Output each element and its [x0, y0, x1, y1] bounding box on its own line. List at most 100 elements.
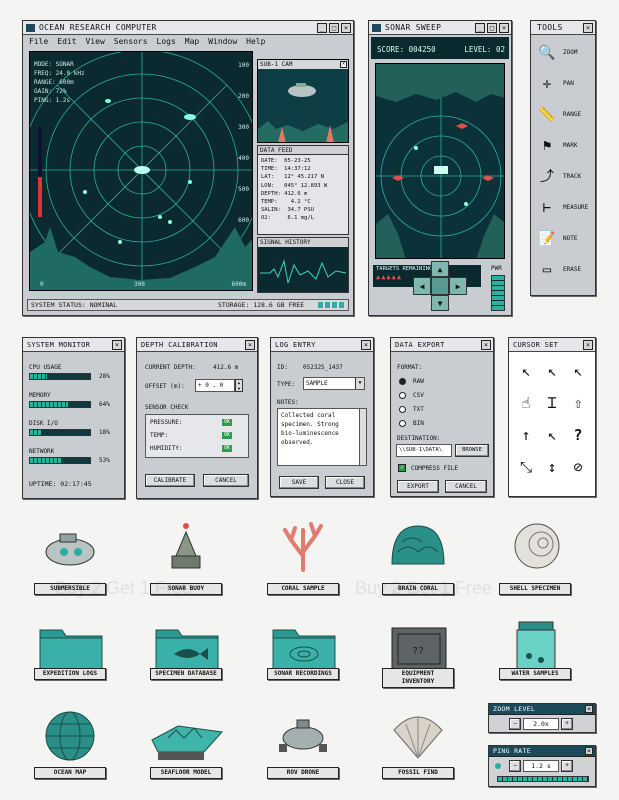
desktop-icon-expedition-logs[interactable]: EXPEDITION LOGS [32, 612, 112, 690]
sonar-display[interactable]: MODE: SONAR FREQ: 24.0 kHz RANGE: 600m GAIN… [29, 51, 253, 291]
vertical-resize-cursor-icon[interactable]: ↕ [539, 454, 565, 480]
menu-item-help[interactable]: Help [246, 36, 265, 48]
type-select[interactable]: SAMPLE ▼ [303, 377, 365, 390]
app-icon [26, 24, 35, 32]
desktop-icon-seafloor-model[interactable]: SEAFLOOR MODEL [148, 700, 228, 789]
menu-item-file[interactable]: File [29, 36, 48, 48]
maximize-button[interactable]: □ [329, 23, 339, 33]
log-close-button[interactable]: × [361, 340, 371, 350]
log-close-btn[interactable]: CLOSE [325, 476, 365, 489]
depth-cancel-button[interactable]: CANCEL [203, 474, 249, 487]
format-radio-raw[interactable] [399, 378, 406, 385]
dpad-right-button[interactable]: ▶ [449, 277, 467, 295]
ping-increase-button[interactable]: + [561, 760, 573, 772]
menu-item-sensors[interactable]: Sensors [114, 36, 148, 48]
sweep-close-button[interactable]: × [499, 23, 509, 33]
storage-text: STORAGE: 128.6 GB FREE [218, 301, 305, 309]
desktop-icon-equipment-inventory[interactable]: ?? EQUIPMENT INVENTORY [380, 612, 460, 690]
export-cancel-button[interactable]: CANCEL [445, 480, 487, 493]
pointer-cursor-icon[interactable]: ↖ [539, 422, 565, 448]
tool-range[interactable]: 📏 RANGE [535, 101, 593, 132]
compress-checkbox[interactable]: ✓ [398, 464, 406, 472]
tool-pan[interactable]: ✛ PAN [535, 70, 593, 101]
format-radio-txt[interactable] [399, 406, 406, 413]
desktop-icon-specimen-database[interactable]: SPECIMEN DATABASE [148, 612, 228, 690]
notes-scrollbar[interactable] [359, 409, 366, 465]
tool-track[interactable]: ⤴ TRACK [535, 163, 593, 194]
diagonal-resize-cursor-icon[interactable]: ⤡ [513, 454, 539, 480]
tool-list: 🔍 ZOOM ✛ PAN 📏 RANGE ⚑ MARK ⤴ TRACK ⊢ MEASURE 📝 NOTE ▭… [535, 39, 593, 287]
sweep-app-icon [372, 24, 381, 32]
depth-close-button[interactable]: × [245, 340, 255, 350]
menu-item-logs[interactable]: Logs [157, 36, 176, 48]
offset-field[interactable]: + 0 . 0 [195, 379, 235, 392]
dpad-up-button[interactable]: ▲ [431, 261, 449, 277]
tools-close-button[interactable]: × [583, 23, 593, 33]
desktop-icon-shell-specimen[interactable]: SHELL SPECIMEN [497, 512, 577, 605]
ping-slider[interactable] [497, 776, 589, 782]
dpad-down-button[interactable]: ▼ [431, 295, 449, 311]
desktop-icon-rov-drone[interactable]: ROV DRONE [265, 700, 345, 789]
text-cursor-icon[interactable]: Ɪ [539, 390, 565, 416]
desktop-icon-fossil-find[interactable]: FOSSIL FIND [380, 700, 460, 789]
ping-close-button[interactable]: × [585, 747, 593, 755]
calibrate-button[interactable]: CALIBRATE [145, 474, 195, 487]
feed-line: O2: 6.1 mg/L [261, 215, 314, 222]
format-radio-bin[interactable] [399, 420, 406, 427]
menu-item-map[interactable]: Map [185, 36, 199, 48]
tool-mark[interactable]: ⚑ MARK [535, 132, 593, 163]
camera-close-icon[interactable]: × [340, 61, 347, 68]
range-labels: 100 200 300 400 500 600 [231, 52, 249, 252]
sensor-label: HUMIDITY: [150, 445, 183, 452]
metric-value: 18% [99, 429, 110, 436]
format-radio-csv[interactable] [399, 392, 406, 399]
offset-stepper[interactable]: ▲ ▼ [235, 379, 243, 392]
ping-value-field[interactable]: 1.2 s [523, 760, 559, 772]
help-cursor-icon[interactable]: ? [565, 422, 591, 448]
tool-measure[interactable]: ⊢ MEASURE [535, 194, 593, 225]
dpad-left-button[interactable]: ◀ [413, 277, 431, 295]
tool-zoom[interactable]: 🔍 ZOOM [535, 39, 593, 70]
ping-decrease-button[interactable]: − [509, 760, 521, 772]
notes-textarea[interactable]: Collected coral specimen. Strong bio-lum… [277, 408, 367, 466]
export-close-button[interactable]: × [481, 340, 491, 350]
dpad-center-button[interactable] [431, 277, 449, 295]
menu-item-view[interactable]: View [86, 36, 105, 48]
svg-text:??: ?? [412, 646, 424, 657]
destination-field[interactable]: \\SUB-1\DATA\ [396, 444, 452, 457]
close-button[interactable]: × [341, 23, 351, 33]
not-allowed-cursor-icon[interactable]: ⊘ [565, 454, 591, 480]
zoom-decrease-button[interactable]: − [509, 718, 521, 730]
sweep-minimize-button[interactable]: _ [475, 23, 485, 33]
export-button[interactable]: EXPORT [397, 480, 439, 493]
save-button[interactable]: SAVE [279, 476, 319, 489]
sweep-maximize-button[interactable]: □ [487, 23, 497, 33]
level-text: LEVEL: 02 [464, 45, 505, 54]
sysmon-close-button[interactable]: × [112, 340, 122, 350]
arrow-cursor-alt-icon[interactable]: ↖ [539, 358, 565, 384]
desktop-icon-coral-sample[interactable]: CORAL SAMPLE [265, 512, 345, 605]
desktop-icon-ocean-map[interactable]: OCEAN MAP [32, 700, 112, 789]
minimize-button[interactable]: _ [317, 23, 327, 33]
up-cursor-icon[interactable]: ↑ [513, 422, 539, 448]
zoom-increase-button[interactable]: + [561, 718, 573, 730]
zoom-value-field[interactable]: 2.0x [523, 718, 559, 730]
format-option-label: BIN [413, 420, 424, 427]
arrow-cursor-icon[interactable]: ↖ [513, 358, 539, 384]
desktop-icon-water-samples[interactable]: WATER SAMPLES [497, 612, 577, 690]
tool-label: ERASE [563, 266, 582, 273]
menu-item-window[interactable]: Window [208, 36, 237, 48]
sensor-status-badge: OK [222, 419, 233, 426]
sweep-game-area[interactable] [375, 63, 505, 259]
menu-item-edit[interactable]: Edit [57, 36, 76, 48]
hand-cursor-icon[interactable]: ☝ [513, 390, 539, 416]
tool-note[interactable]: 📝 NOTE [535, 225, 593, 256]
browse-button[interactable]: BROWSE [455, 444, 489, 457]
cursor-close-button[interactable]: × [583, 340, 593, 350]
zoom-close-button[interactable]: × [585, 705, 593, 713]
arrow-cursor-dark-icon[interactable]: ↖ [565, 358, 591, 384]
up-arrow-cursor-icon[interactable]: ⇧ [565, 390, 591, 416]
desktop-icon-sonar-recordings[interactable]: SONAR RECORDINGS [265, 612, 345, 690]
data-feed-title: DATA FEED [258, 146, 348, 155]
tool-erase[interactable]: ▭ ERASE [535, 256, 593, 287]
